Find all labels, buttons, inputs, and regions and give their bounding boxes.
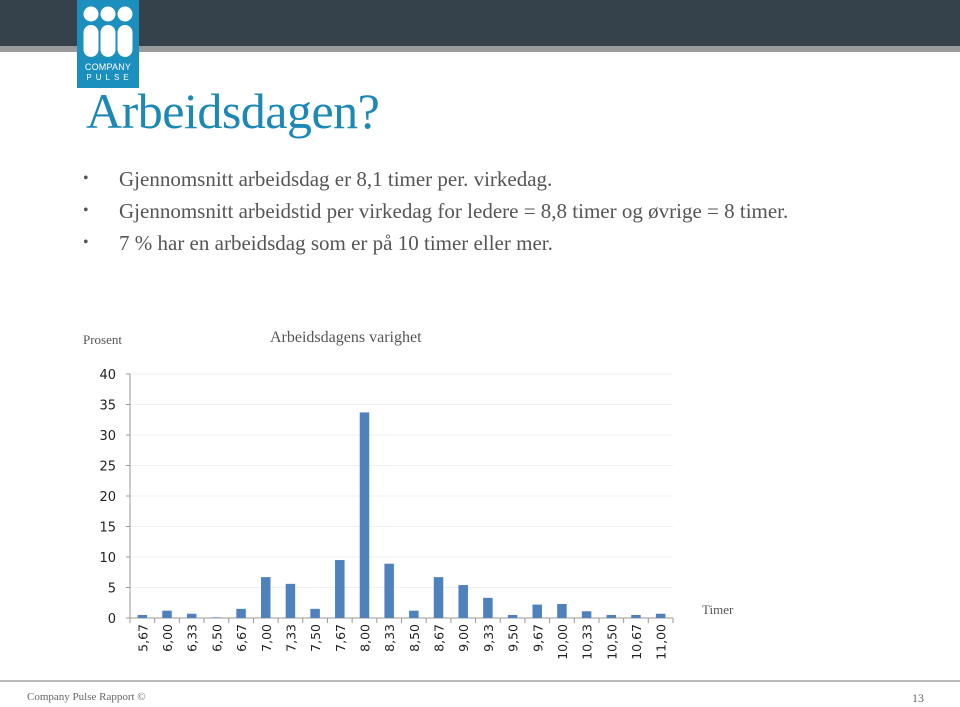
x-tick-label: 10,00 xyxy=(555,624,570,660)
bar xyxy=(507,614,518,618)
x-tick-label: 7,00 xyxy=(259,624,274,652)
bar xyxy=(606,614,617,618)
x-tick-label: 8,33 xyxy=(382,624,397,652)
bar xyxy=(581,611,592,618)
x-tick-label: 7,67 xyxy=(333,624,348,652)
bar xyxy=(631,614,641,618)
y-tick-label: 0 xyxy=(108,612,116,627)
x-tick-label: 10,67 xyxy=(629,624,644,660)
x-tick-label: 7,33 xyxy=(283,624,298,652)
footer-copyright: Company Pulse Rapport © xyxy=(27,691,146,703)
bar xyxy=(532,604,542,618)
x-tick-label: 6,50 xyxy=(209,624,224,652)
bar xyxy=(458,585,468,618)
page-number: 13 xyxy=(912,691,924,705)
bar xyxy=(384,563,394,618)
bar xyxy=(557,603,567,618)
y-tick-label: 40 xyxy=(99,368,116,383)
y-tick-label: 15 xyxy=(99,521,116,536)
bar xyxy=(137,614,148,618)
x-tick-label: 8,00 xyxy=(357,624,372,652)
x-tick-label: 10,33 xyxy=(580,624,595,660)
bar xyxy=(261,577,271,618)
x-tick-label: 8,50 xyxy=(407,624,422,652)
x-tick-label: 7,50 xyxy=(308,624,323,652)
x-tick-label: 9,50 xyxy=(506,624,521,652)
x-tick-label: 5,67 xyxy=(135,624,150,652)
bar xyxy=(433,577,444,618)
y-tick-label: 5 xyxy=(108,582,116,597)
x-tick-label: 9,67 xyxy=(530,624,545,652)
footer-divider xyxy=(0,680,960,682)
y-tick-label: 25 xyxy=(99,460,116,475)
bar xyxy=(483,597,493,618)
x-tick-label: 6,33 xyxy=(185,624,200,652)
bar xyxy=(335,560,345,618)
y-tick-label: 30 xyxy=(99,429,116,444)
bar xyxy=(236,608,246,618)
bar xyxy=(310,608,320,618)
x-tick-label: 8,67 xyxy=(432,624,447,652)
bar xyxy=(285,583,296,618)
x-tick-label: 6,67 xyxy=(234,624,249,652)
x-tick-label: 9,00 xyxy=(456,624,471,652)
y-tick-label: 35 xyxy=(99,399,116,414)
x-tick-label: 9,33 xyxy=(481,624,496,652)
bar-chart: 0 5 10 15 20 25 30 35 40 5,67 6,00 6,33 6,50 6,67 7,00… xyxy=(99,368,674,660)
x-tick-label: 11,00 xyxy=(654,624,669,660)
bar xyxy=(211,617,222,618)
x-tick-label: 10,50 xyxy=(604,624,619,660)
bar xyxy=(162,610,172,618)
y-tick-label: 20 xyxy=(99,490,116,505)
bar xyxy=(186,613,197,618)
bar xyxy=(409,610,419,618)
x-tick-label: 6,00 xyxy=(160,624,175,652)
y-tick-label: 10 xyxy=(99,551,116,566)
bar xyxy=(655,613,666,618)
bar xyxy=(359,412,370,618)
